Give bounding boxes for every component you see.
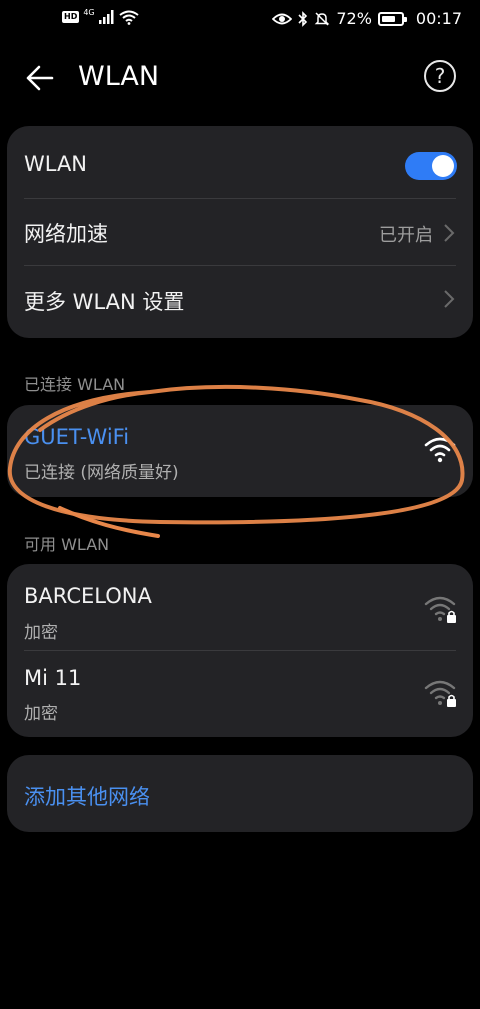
wlan-toggle-row[interactable]: WLAN xyxy=(7,126,473,206)
add-network-card[interactable]: 添加其他网络 xyxy=(7,755,473,832)
network-accel-label: 网络加速 xyxy=(24,222,108,246)
network-name: Mi 11 xyxy=(24,666,82,690)
bluetooth-icon xyxy=(298,10,308,27)
connected-network-card[interactable]: GUET-WiFi 已连接 (网络质量好) xyxy=(7,405,473,497)
network-name: BARCELONA xyxy=(24,584,152,608)
status-right: 72% 00:17 xyxy=(272,9,462,28)
status-left: HD 4G xyxy=(62,9,139,25)
more-wlan-settings-row[interactable]: 更多 WLAN 设置 xyxy=(7,265,473,338)
page-title: WLAN xyxy=(78,61,160,92)
wifi-locked-icon xyxy=(424,596,456,623)
hd-badge: HD xyxy=(62,11,80,23)
status-bar: HD 4G 72% 00:17 xyxy=(0,0,480,38)
wifi-locked-icon xyxy=(424,680,456,707)
available-section-label: 可用 WLAN xyxy=(24,535,110,554)
available-networks-card: BARCELONA 加密 Mi 11 加密 xyxy=(7,564,473,737)
connected-section-label: 已连接 WLAN xyxy=(24,375,126,394)
more-wlan-settings-label: 更多 WLAN 设置 xyxy=(24,290,185,314)
network-security: 加密 xyxy=(24,704,58,724)
battery-percent: 72% xyxy=(336,9,372,28)
eye-icon xyxy=(272,13,293,24)
connected-network-status: 已连接 (网络质量好) xyxy=(24,463,179,483)
network-item-barcelona[interactable]: BARCELONA 加密 xyxy=(7,564,473,650)
wifi-status-icon xyxy=(119,10,139,25)
back-arrow-icon[interactable] xyxy=(22,60,58,96)
network-security: 加密 xyxy=(24,623,58,643)
wifi-signal-full-icon xyxy=(424,437,456,463)
cellular-signal-icon xyxy=(98,10,114,24)
add-network-button[interactable]: 添加其他网络 xyxy=(24,781,150,811)
wlan-toggle[interactable] xyxy=(405,152,457,180)
mute-bell-icon xyxy=(315,11,330,26)
chevron-right-icon xyxy=(444,224,455,242)
wlan-label: WLAN xyxy=(24,152,88,176)
wlan-settings-card: WLAN 网络加速 已开启 更多 WLAN 设置 xyxy=(7,126,473,338)
chevron-right-icon xyxy=(444,290,455,308)
battery-icon xyxy=(377,11,407,26)
network-item-mi11[interactable]: Mi 11 加密 xyxy=(7,650,473,737)
clock: 00:17 xyxy=(415,9,462,28)
connected-network-name: GUET-WiFi xyxy=(24,425,130,449)
help-icon[interactable]: ? xyxy=(424,60,456,92)
toggle-knob xyxy=(432,155,454,177)
app-bar: WLAN ? xyxy=(0,50,480,106)
network-type-label: 4G xyxy=(83,8,95,17)
network-accel-row[interactable]: 网络加速 已开启 xyxy=(7,198,473,266)
network-accel-value: 已开启 xyxy=(379,225,433,246)
